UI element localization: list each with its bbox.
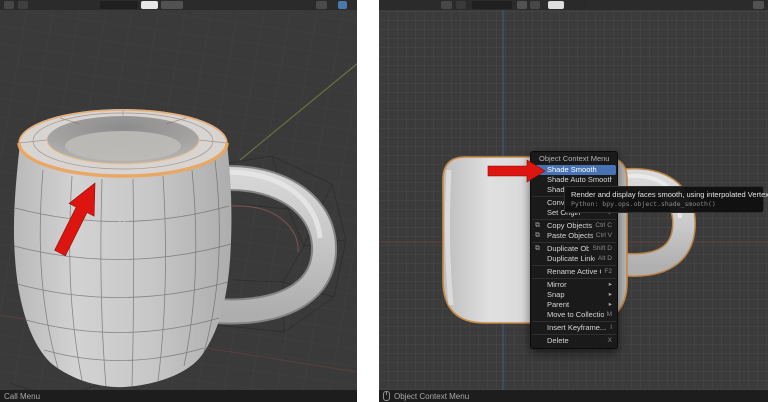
panel-divider: [357, 0, 379, 402]
right-viewport-panel: Object Context Menu Shade Smooth Shade A…: [379, 0, 768, 402]
left-viewport-panel: Call Menu: [0, 0, 357, 402]
mouse-icon: [383, 391, 390, 401]
right-status-bar: Object Context Menu: [379, 390, 768, 402]
screenshot-root: Call Menu: [0, 0, 768, 402]
red-arrow-annotation-right: [379, 0, 768, 402]
status-hint-text: Call Menu: [4, 392, 40, 401]
red-arrow-annotation-left: [0, 0, 357, 402]
status-hint-text: Object Context Menu: [394, 392, 469, 401]
left-status-bar: Call Menu: [0, 390, 357, 402]
